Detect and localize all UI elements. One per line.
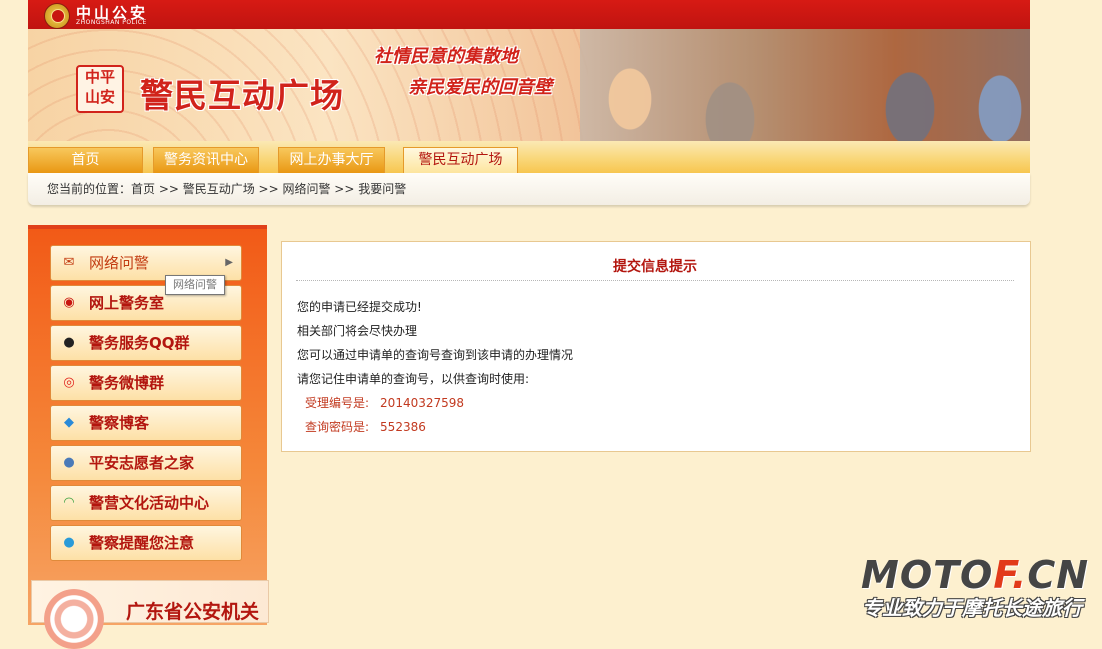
nav-tab-news[interactable]: 警务资讯中心 — [153, 147, 259, 173]
sidebar-item-weibo-group[interactable]: ◎ 警务微博群 — [50, 365, 242, 401]
sidebar-item-culture-center[interactable]: ◠ 警营文化活动中心 — [50, 485, 242, 521]
accept-number-label: 受理编号是: — [305, 396, 370, 410]
promo-ring-decoration — [44, 589, 104, 649]
promo-text: 广东省公安机关 — [126, 601, 260, 623]
sidebar-item-label: 警务微博群 — [89, 374, 165, 392]
sidebar: ✉ 网络问警 ▶ ◉ 网上警务室 ● 警务服务QQ群 ◎ 警务微博群 ◆ 警察博… — [28, 225, 267, 625]
nav-tab-interaction[interactable]: 警民互动广场 — [403, 147, 518, 173]
speech-bubble-icon: ● — [63, 535, 75, 550]
watermark-subtitle: 专业致力于摩托长途旅行 — [862, 596, 1082, 620]
sidebar-item-label: 网上警务室 — [89, 294, 165, 312]
accept-number-row: 受理编号是: 20140327598 — [305, 394, 464, 411]
watermark-logo-dot: . — [1011, 553, 1028, 597]
qq-penguin-icon: ● — [63, 335, 75, 350]
panel-title: 提交信息提示 — [296, 256, 1014, 281]
query-password-row: 查询密码是: 552386 — [305, 418, 426, 435]
notice-line-remember: 请您记住申请单的查询号，以供查询时使用: — [297, 372, 530, 386]
sidebar-item-label: 警察提醒您注意 — [89, 534, 195, 552]
ping-an-seal-logo: 中平 山安 — [76, 65, 124, 113]
banner-photo — [580, 29, 1030, 141]
sidebar-item-label: 警务服务QQ群 — [89, 334, 190, 352]
watermark-logo-right: CN — [1027, 553, 1090, 597]
accept-number-value: 20140327598 — [380, 396, 465, 410]
sidebar-item-label: 警察博客 — [89, 414, 150, 432]
sidebar-item-volunteers[interactable]: ● 平安志愿者之家 — [50, 445, 242, 481]
tooltip: 网络问警 — [165, 275, 225, 295]
notice-line-query-info: 您可以通过申请单的查询号查询到该申请的办理情况 — [297, 348, 574, 362]
banner-title: 警民互动广场 — [140, 76, 344, 115]
seal-line-1: 中平 — [84, 68, 115, 86]
seal-line-2: 山安 — [84, 88, 115, 106]
banner-slogan-2: 亲民爱民的回音壁 — [408, 77, 552, 98]
notice-line-success: 您的申请已经提交成功! — [297, 300, 422, 314]
watermark-logo-f: F — [993, 553, 1012, 597]
police-badge-icon: ◉ — [63, 295, 75, 310]
nav-tab-home[interactable]: 首页 — [28, 147, 143, 173]
blog-icon: ◆ — [64, 415, 74, 430]
banner-slogan-1: 社情民意的集散地 — [374, 46, 518, 67]
sidebar-item-label: 网络问警 — [89, 254, 150, 272]
police-emblem-icon — [44, 3, 70, 29]
breadcrumb: 您当前的位置：首页 >> 警民互动广场 >> 网络问警 >> 我要问警 — [28, 173, 1030, 205]
submission-notice-panel: 提交信息提示 您的申请已经提交成功! 相关部门将会尽快办理 您可以通过申请单的查… — [281, 241, 1031, 452]
top-bar: 中山公安 ZHONGSHAN POLICE — [28, 0, 1030, 29]
watermark-logo: MOTOF.CN — [861, 553, 1089, 597]
sidebar-item-police-reminder[interactable]: ● 警察提醒您注意 — [50, 525, 242, 561]
envelope-icon: ✉ — [63, 255, 75, 270]
promo-banner-guangdong-police[interactable]: 广东省公安机关 — [31, 580, 269, 649]
nav-tab-services[interactable]: 网上办事大厅 — [278, 147, 385, 173]
weibo-icon: ◎ — [63, 375, 75, 390]
page-wrapper: 中山公安 ZHONGSHAN POLICE 中平 山安 警民互动广场 社情民意的… — [28, 0, 1030, 205]
volunteers-icon: ● — [63, 455, 75, 470]
chevron-right-icon: ▶ — [225, 257, 233, 268]
sidebar-item-qq-group[interactable]: ● 警务服务QQ群 — [50, 325, 242, 361]
watermark-logo-left: MOTO — [861, 553, 994, 597]
query-password-label: 查询密码是: — [305, 420, 370, 434]
sidebar-item-label: 警营文化活动中心 — [89, 494, 210, 512]
sidebar-item-label: 平安志愿者之家 — [89, 454, 195, 472]
site-logo-english: ZHONGSHAN POLICE — [76, 19, 147, 26]
sidebar-item-police-blog[interactable]: ◆ 警察博客 — [50, 405, 242, 441]
header-banner: 中平 山安 警民互动广场 社情民意的集散地 亲民爱民的回音壁 — [28, 29, 1030, 141]
query-password-value: 552386 — [380, 420, 426, 434]
notice-line-processing: 相关部门将会尽快办理 — [297, 324, 418, 338]
main-nav: 首页 警务资讯中心 网上办事大厅 警民互动广场 — [28, 141, 1030, 173]
rainbow-icon: ◠ — [64, 495, 74, 510]
